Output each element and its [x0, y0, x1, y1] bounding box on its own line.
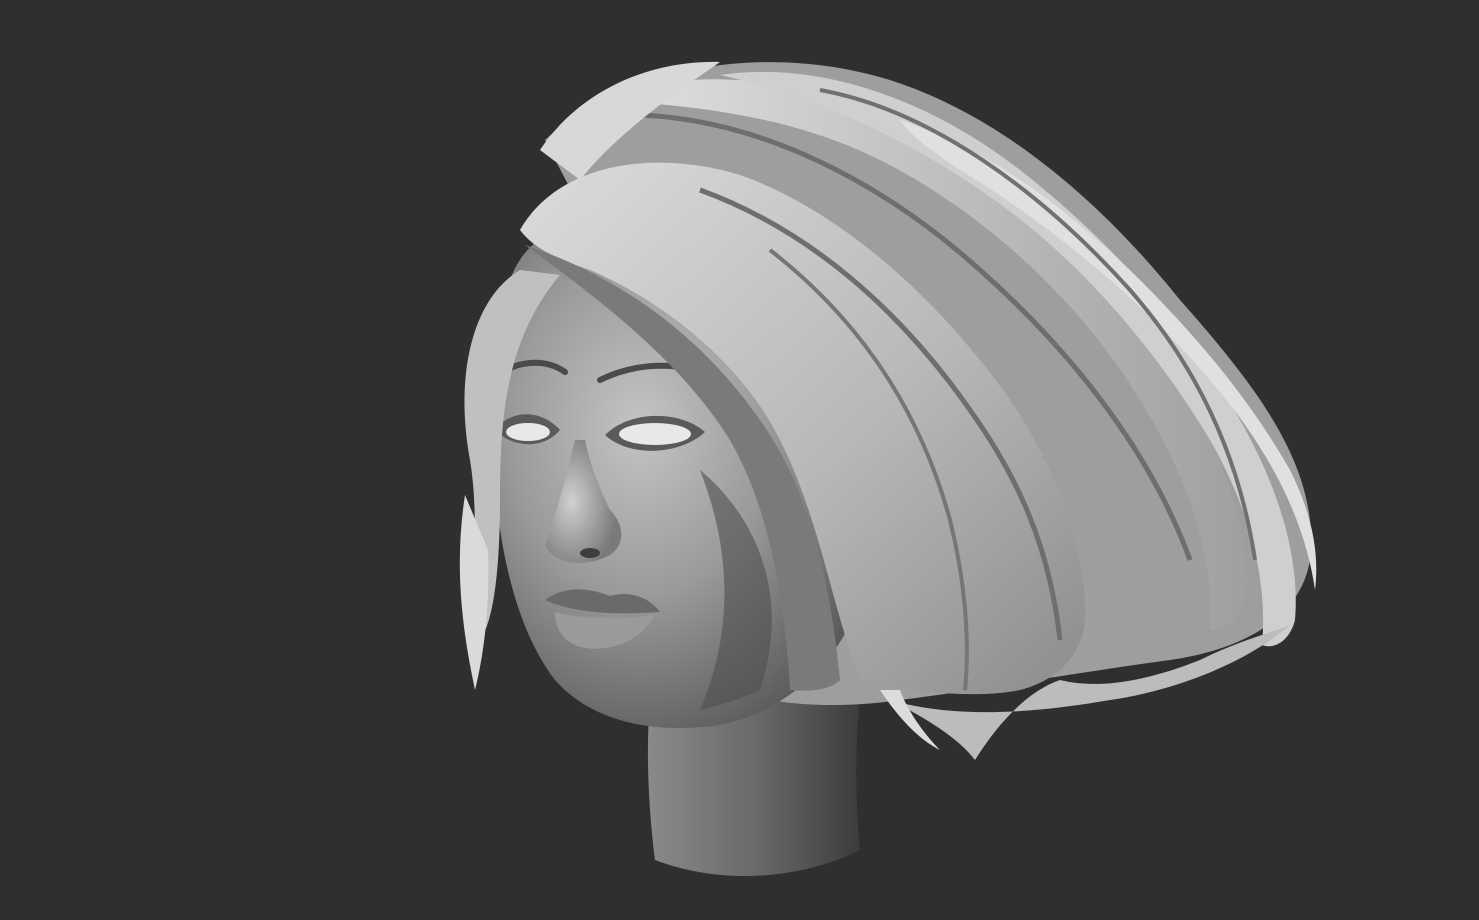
sculpt-render: [0, 0, 1479, 920]
nostril: [580, 548, 600, 558]
3d-viewport[interactable]: [0, 0, 1479, 920]
left-eye: [506, 423, 550, 441]
right-eye: [619, 423, 691, 445]
